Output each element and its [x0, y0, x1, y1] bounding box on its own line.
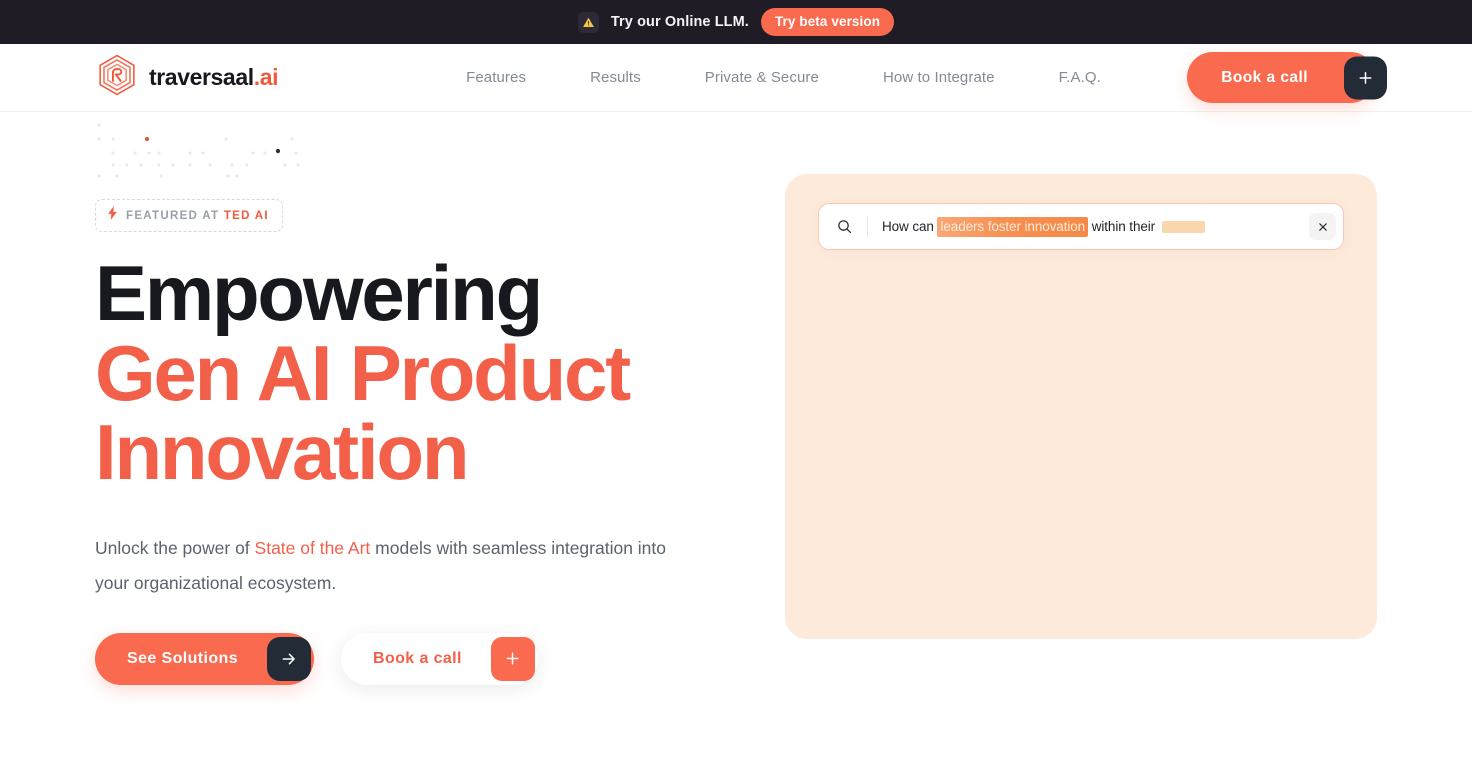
- hero-cta-row: See Solutions Book a call: [95, 632, 785, 685]
- hero-content: FEATURED AT TED AI Empowering Gen AI Pro…: [95, 112, 785, 767]
- hero-demo: How can leaders foster innovation within…: [785, 112, 1377, 767]
- warning-triangle-icon: [577, 11, 599, 33]
- nav-item-how-to-integrate[interactable]: How to Integrate: [851, 69, 1027, 86]
- subtitle-part-1: Unlock the power of: [95, 537, 255, 558]
- plus-icon[interactable]: [1344, 56, 1387, 99]
- site-header: traversaal.ai Features Results Private &…: [0, 44, 1472, 112]
- announcement-banner: Try our Online LLM. Try beta version: [0, 0, 1472, 44]
- logo-suffix: .ai: [253, 64, 279, 90]
- demo-search-bar[interactable]: How can leaders foster innovation within…: [818, 203, 1344, 250]
- featured-badge: FEATURED AT TED AI: [95, 199, 283, 232]
- logo-text: traversaal.ai: [149, 64, 278, 91]
- page-title: Empowering Gen AI Product Innovation: [95, 253, 785, 497]
- try-beta-version-button[interactable]: Try beta version: [760, 8, 895, 36]
- nav-item-features[interactable]: Features: [450, 69, 558, 86]
- main-navigation: Features Results Private & Secure How to…: [450, 69, 1133, 86]
- header-book-a-call: Book a call: [1187, 52, 1387, 103]
- search-query-prefix: How can: [882, 219, 938, 234]
- nav-item-private-secure[interactable]: Private & Secure: [673, 69, 851, 86]
- see-solutions: See Solutions: [95, 632, 314, 685]
- decorative-dot-grid: [97, 123, 300, 178]
- search-query-highlight: leaders foster innovation: [937, 216, 1089, 237]
- logo-name: traversaal: [149, 64, 254, 90]
- featured-badge-text: FEATURED AT TED AI: [126, 210, 269, 222]
- search-icon: [833, 218, 855, 235]
- search-divider: [867, 216, 868, 237]
- logo[interactable]: traversaal.ai: [95, 53, 278, 102]
- search-query-placeholder-block: [1161, 220, 1205, 233]
- arrow-right-icon[interactable]: [267, 636, 311, 681]
- announcement-text: Try our Online LLM.: [610, 14, 749, 30]
- subtitle-accent: State of the Art: [254, 537, 371, 558]
- hero-subtitle: Unlock the power of State of the Art mod…: [95, 531, 695, 601]
- headline-line-2: Gen AI Product: [95, 328, 631, 417]
- plus-icon[interactable]: [490, 636, 535, 681]
- featured-badge-highlight: TED AI: [223, 209, 269, 222]
- nav-item-results[interactable]: Results: [558, 69, 673, 86]
- lightning-bolt-icon: [107, 206, 118, 225]
- hero-section: FEATURED AT TED AI Empowering Gen AI Pro…: [0, 112, 1472, 767]
- headline-line-1: Empowering: [95, 249, 543, 337]
- traversaal-hex-logo-icon: [95, 53, 139, 102]
- hero-book-a-call: Book a call: [341, 632, 538, 685]
- demo-panel: How can leaders foster innovation within…: [785, 174, 1377, 639]
- close-icon[interactable]: [1309, 213, 1336, 240]
- search-input[interactable]: How can leaders foster innovation within…: [882, 216, 1303, 237]
- nav-item-faq[interactable]: F.A.Q.: [1027, 69, 1133, 86]
- featured-badge-prefix: FEATURED AT: [126, 209, 220, 222]
- headline-line-3: Innovation: [95, 408, 470, 497]
- search-query-suffix: within their: [1088, 219, 1159, 234]
